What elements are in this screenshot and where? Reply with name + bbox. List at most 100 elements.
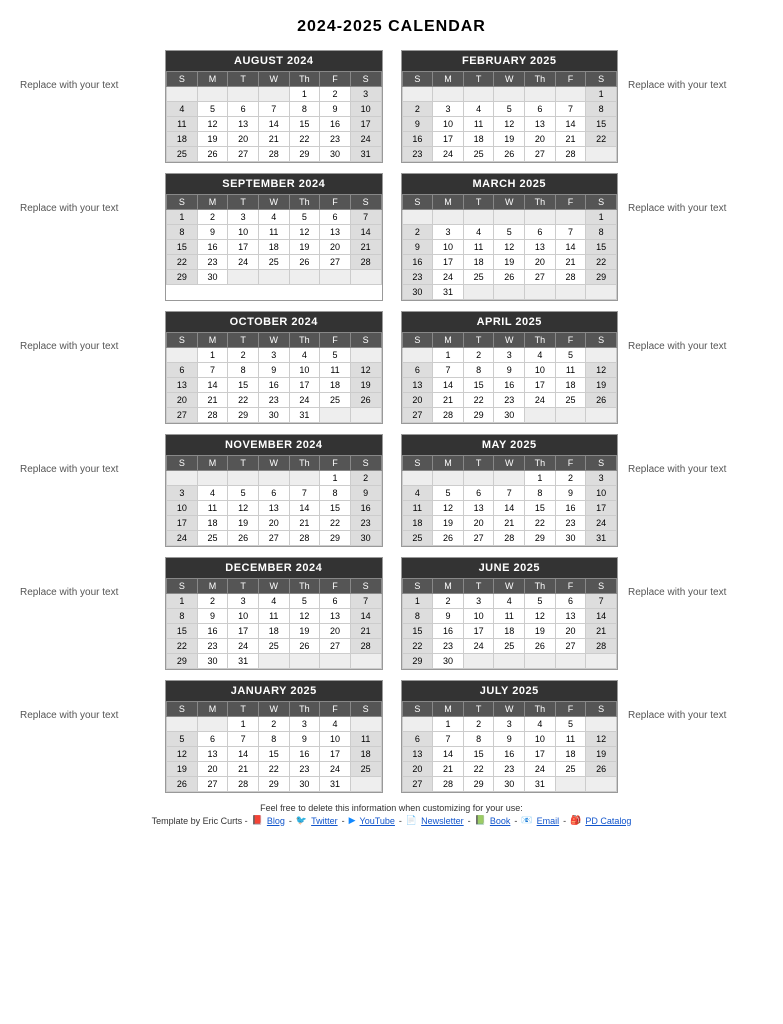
cal-day: 18 bbox=[463, 255, 494, 270]
cal-day: 29 bbox=[320, 531, 351, 546]
cal-day: 26 bbox=[586, 393, 617, 408]
cal-day: 12 bbox=[433, 501, 464, 516]
cal-day bbox=[525, 87, 556, 102]
cal-day: 9 bbox=[350, 486, 381, 501]
calendars-pair: AUGUST 2024SMTWThFS123456789101112131415… bbox=[165, 50, 618, 163]
cal-day: 26 bbox=[228, 531, 259, 546]
cal-day bbox=[433, 87, 464, 102]
cal-day: 24 bbox=[586, 516, 617, 531]
cal-header: JUNE 2025 bbox=[402, 558, 618, 578]
cal-day: 2 bbox=[402, 102, 433, 117]
cal-day: 24 bbox=[433, 270, 464, 285]
cal-day: 12 bbox=[586, 363, 617, 378]
cal-day bbox=[320, 408, 351, 423]
cal-day: 9 bbox=[433, 609, 464, 624]
cal-day: 18 bbox=[258, 624, 289, 639]
cal-day: 7 bbox=[433, 732, 464, 747]
cal-day bbox=[402, 471, 433, 486]
cal-day: 9 bbox=[289, 732, 320, 747]
col-header-s: S bbox=[167, 702, 198, 717]
youtube-link[interactable]: YouTube bbox=[360, 816, 395, 826]
cal-day: 23 bbox=[320, 132, 351, 147]
cal-day: 5 bbox=[555, 348, 586, 363]
cal-day: 16 bbox=[494, 378, 525, 393]
blog-link[interactable]: Blog bbox=[267, 816, 285, 826]
cal-day: 25 bbox=[555, 393, 586, 408]
calendar-row: Replace with your textAUGUST 2024SMTWThF… bbox=[20, 50, 763, 163]
cal-day: 16 bbox=[258, 378, 289, 393]
cal-day: 26 bbox=[494, 270, 525, 285]
cal-day: 13 bbox=[402, 747, 433, 762]
book-link[interactable]: Book bbox=[490, 816, 511, 826]
col-header-w: W bbox=[258, 456, 289, 471]
cal-day: 26 bbox=[586, 762, 617, 777]
col-header-s: S bbox=[402, 195, 433, 210]
cal-day: 8 bbox=[289, 102, 320, 117]
cal-day: 20 bbox=[402, 762, 433, 777]
cal-table: SMTWThFS12345678910111213141516171819202… bbox=[166, 578, 382, 669]
cal-day: 19 bbox=[289, 624, 320, 639]
calendars-pair: SEPTEMBER 2024SMTWThFS123456789101112131… bbox=[165, 173, 618, 301]
cal-day bbox=[228, 270, 259, 285]
cal-day: 12 bbox=[586, 732, 617, 747]
cal-day: 29 bbox=[289, 147, 320, 162]
cal-day: 28 bbox=[555, 270, 586, 285]
cal-day: 13 bbox=[402, 378, 433, 393]
side-text-left: Replace with your text bbox=[20, 173, 165, 214]
cal-day: 26 bbox=[289, 255, 320, 270]
col-header-th: Th bbox=[525, 72, 556, 87]
col-header-t: T bbox=[228, 72, 259, 87]
cal-day: 22 bbox=[586, 255, 617, 270]
col-header-w: W bbox=[258, 195, 289, 210]
cal-day: 8 bbox=[258, 732, 289, 747]
col-header-s: S bbox=[402, 456, 433, 471]
col-header-f: F bbox=[320, 72, 351, 87]
cal-day: 30 bbox=[320, 147, 351, 162]
cal-day: 26 bbox=[494, 147, 525, 162]
col-header-w: W bbox=[258, 333, 289, 348]
cal-day: 28 bbox=[433, 777, 464, 792]
cal-day: 19 bbox=[167, 762, 198, 777]
cal-day: 13 bbox=[167, 378, 198, 393]
cal-day: 7 bbox=[555, 225, 586, 240]
cal-day: 14 bbox=[228, 747, 259, 762]
cal-day: 11 bbox=[350, 732, 381, 747]
cal-day: 14 bbox=[555, 117, 586, 132]
cal-day: 19 bbox=[350, 378, 381, 393]
cal-day: 13 bbox=[463, 501, 494, 516]
cal-day: 6 bbox=[463, 486, 494, 501]
calendar-row: Replace with your textDECEMBER 2024SMTWT… bbox=[20, 557, 763, 670]
cal-day: 10 bbox=[320, 732, 351, 747]
cal-day: 5 bbox=[494, 102, 525, 117]
cal-day: 5 bbox=[555, 717, 586, 732]
cal-day: 4 bbox=[402, 486, 433, 501]
col-header-w: W bbox=[494, 456, 525, 471]
col-header-t: T bbox=[463, 72, 494, 87]
cal-day: 4 bbox=[258, 210, 289, 225]
cal-day: 20 bbox=[167, 393, 198, 408]
cal-day bbox=[555, 654, 586, 669]
col-header-f: F bbox=[555, 456, 586, 471]
cal-day: 5 bbox=[494, 225, 525, 240]
cal-day: 8 bbox=[402, 609, 433, 624]
col-header-t: T bbox=[228, 579, 259, 594]
cal-day: 14 bbox=[197, 378, 228, 393]
cal-day: 27 bbox=[402, 777, 433, 792]
cal-day: 7 bbox=[228, 732, 259, 747]
cal-day: 6 bbox=[555, 594, 586, 609]
email-link[interactable]: Email bbox=[537, 816, 560, 826]
cal-day bbox=[586, 147, 617, 162]
calendar-february-2025: FEBRUARY 2025SMTWThFS1234567891011121314… bbox=[401, 50, 619, 163]
col-header-f: F bbox=[320, 456, 351, 471]
cal-table: SMTWThFS12345678910111213141516171819202… bbox=[166, 194, 382, 285]
twitter-link[interactable]: Twitter bbox=[311, 816, 338, 826]
cal-day bbox=[197, 471, 228, 486]
newsletter-link[interactable]: Newsletter bbox=[421, 816, 464, 826]
col-header-f: F bbox=[320, 333, 351, 348]
col-header-s: S bbox=[586, 579, 617, 594]
pd-link[interactable]: PD Catalog bbox=[585, 816, 631, 826]
cal-day: 7 bbox=[289, 486, 320, 501]
cal-day: 9 bbox=[494, 363, 525, 378]
cal-day: 4 bbox=[463, 225, 494, 240]
cal-day: 18 bbox=[555, 747, 586, 762]
